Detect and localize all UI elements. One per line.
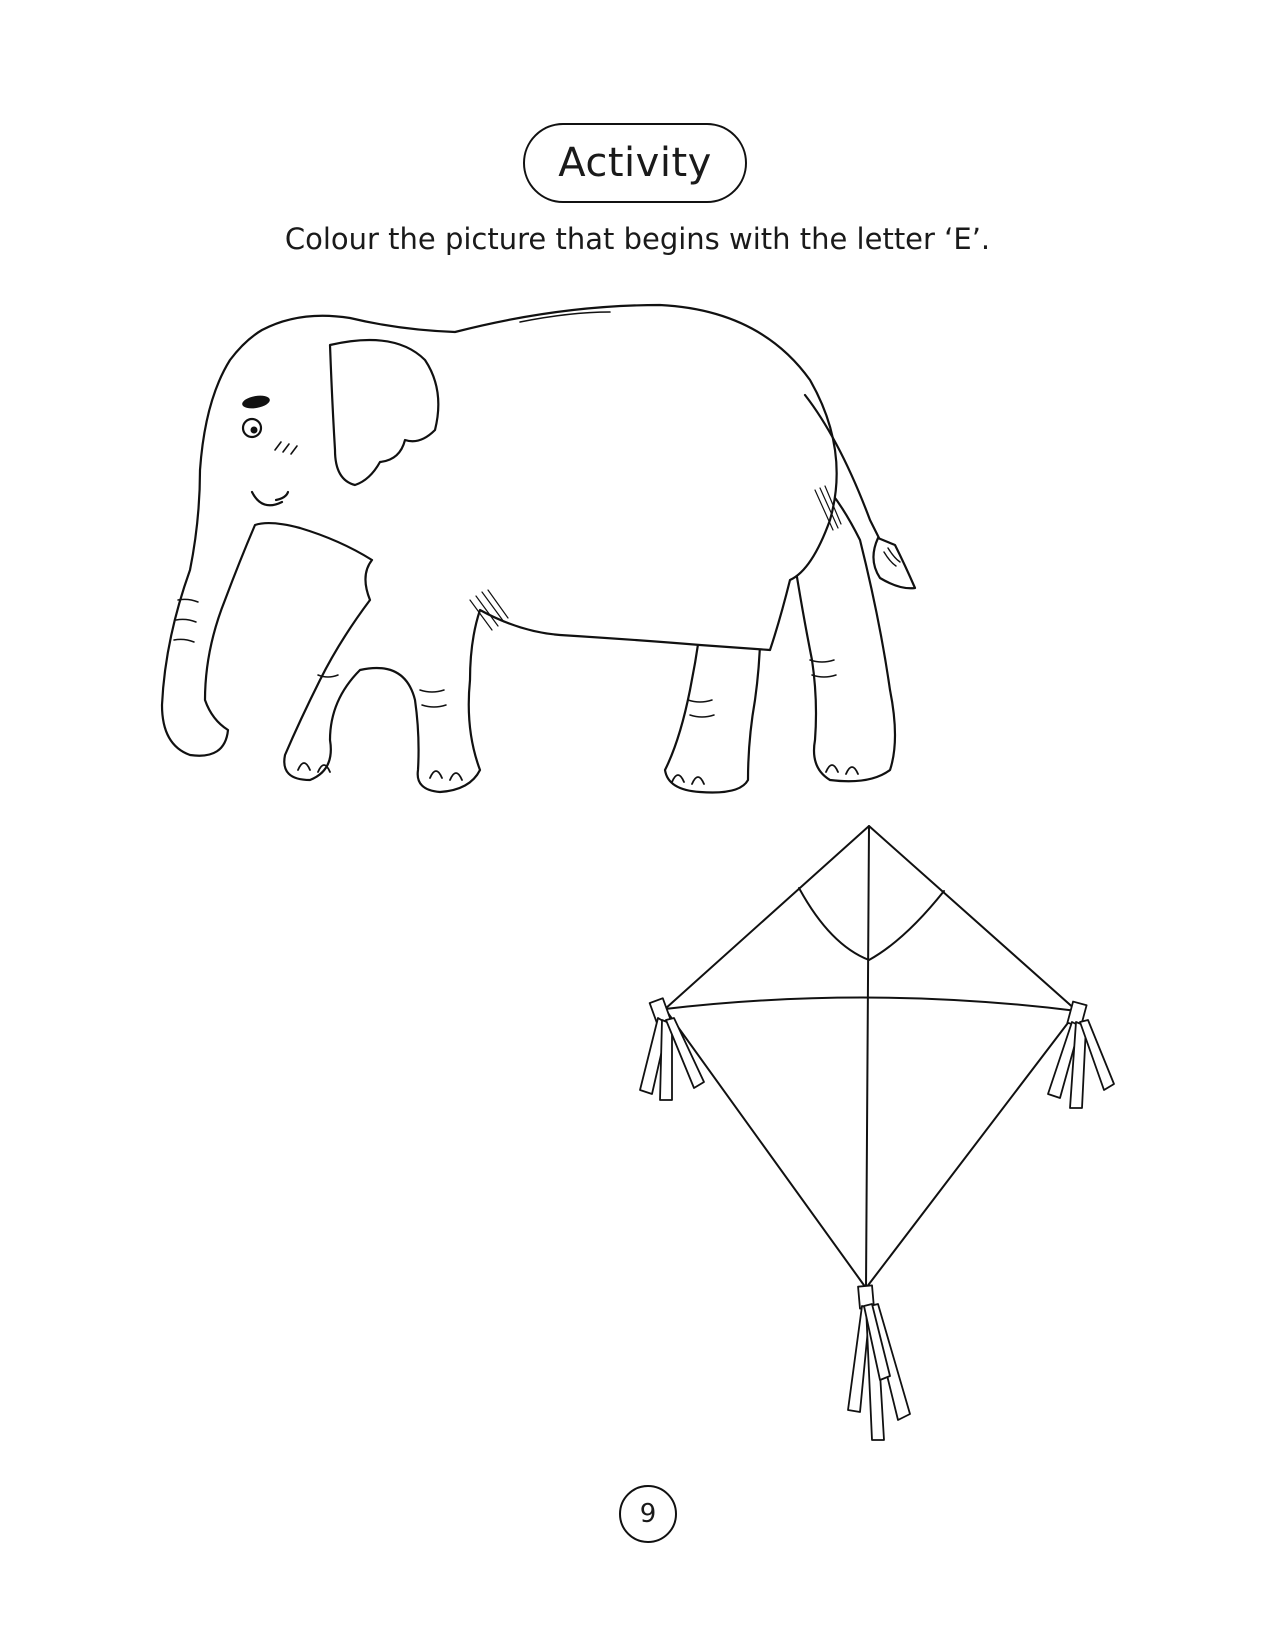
elephant-toenails	[297, 762, 859, 785]
kite-illustration[interactable]	[639, 825, 1115, 1441]
page-number: 9	[619, 1485, 677, 1543]
kite-outline	[664, 825, 1078, 1289]
elephant-illustration[interactable]	[160, 303, 917, 794]
illustrations-canvas	[160, 303, 1115, 1441]
kite-bottom-tassel	[847, 1284, 911, 1441]
elephant-pupil	[250, 426, 258, 434]
elephant-tail-tuft	[872, 536, 917, 590]
